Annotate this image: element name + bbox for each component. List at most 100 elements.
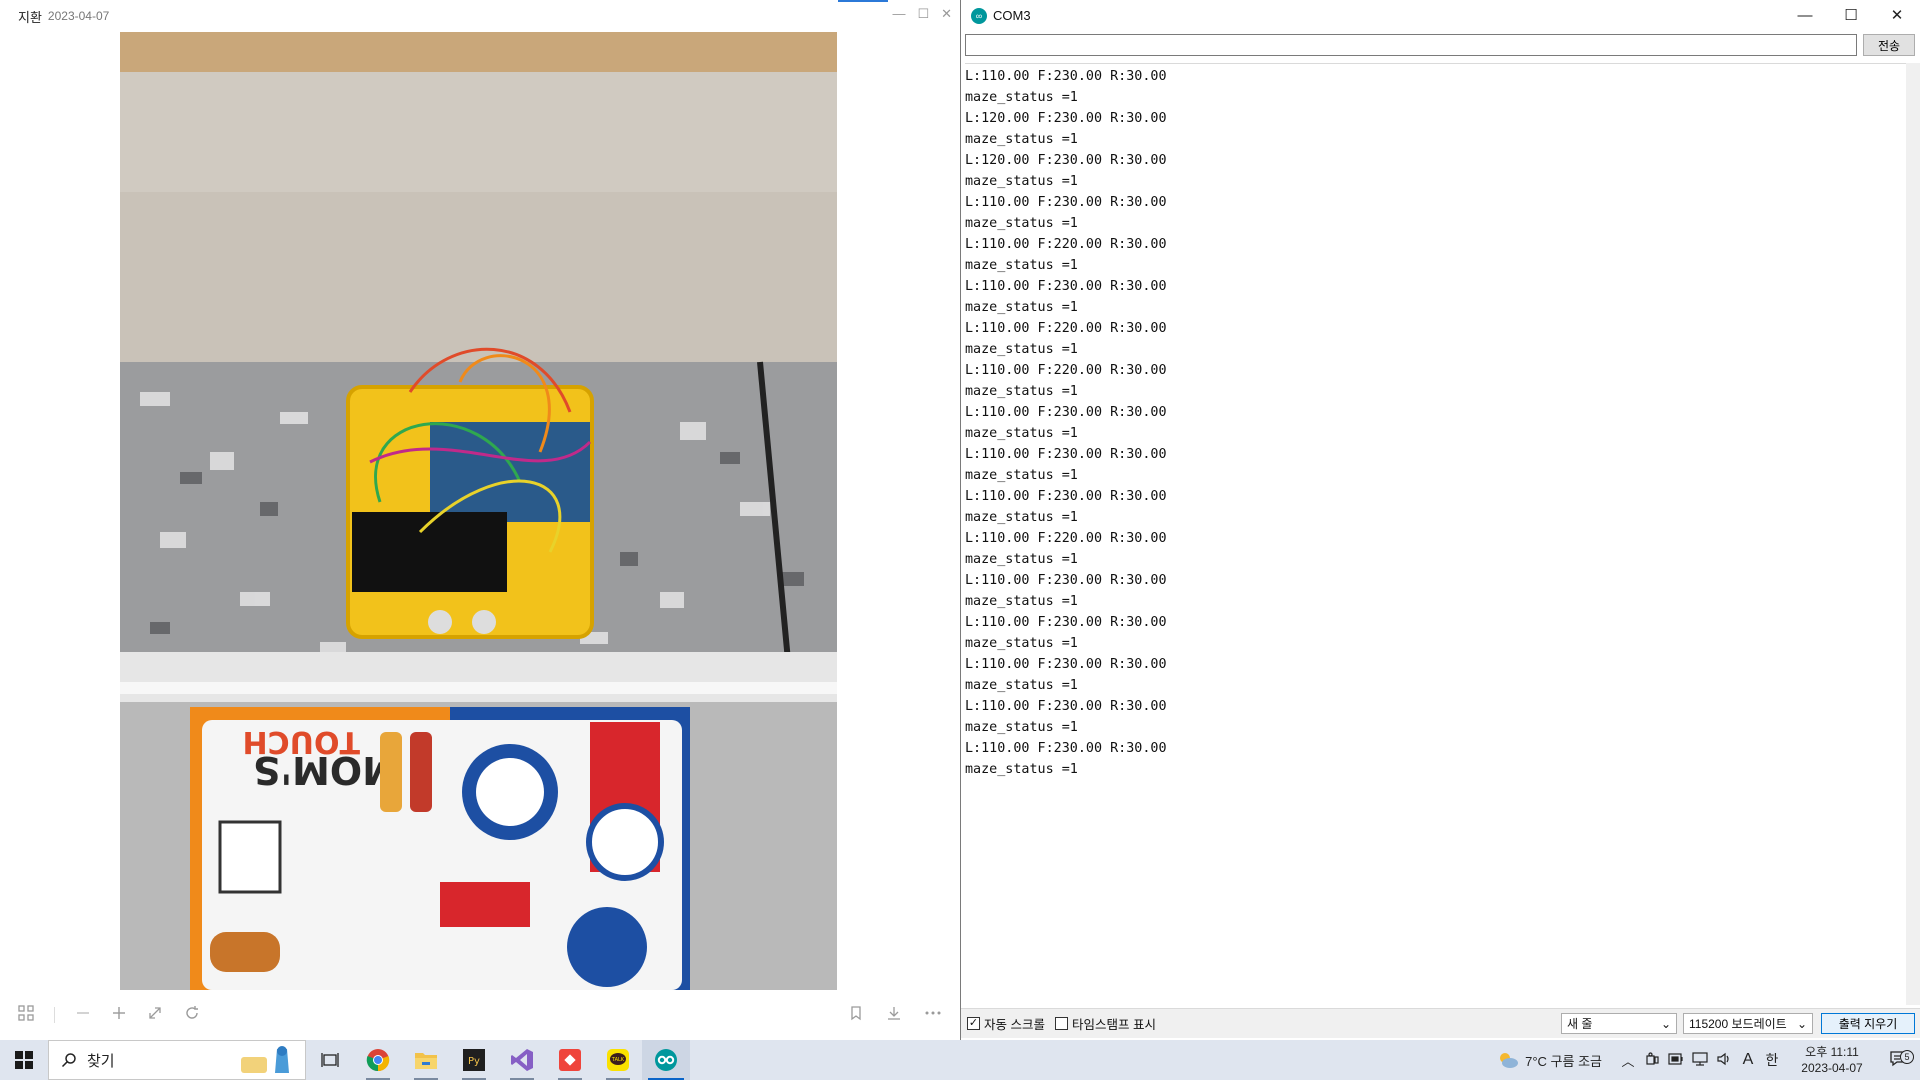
- serial-output-line: L:110.00 F:220.00 R:30.00: [965, 237, 1167, 252]
- zoom-out-icon[interactable]: [75, 1005, 91, 1026]
- serial-titlebar: ∞ COM3: [961, 0, 1920, 31]
- serial-output-line: L:110.00 F:220.00 R:30.00: [965, 363, 1167, 378]
- line-ending-select[interactable]: 새 줄 ⌄: [1561, 1013, 1677, 1034]
- visual-studio-icon: [511, 1049, 533, 1071]
- taskbar-kakaotalk[interactable]: TALK: [594, 1040, 642, 1080]
- serial-output-line: maze_status =1: [965, 510, 1078, 525]
- serial-output-line: L:110.00 F:230.00 R:30.00: [965, 405, 1167, 420]
- photo-viewer-window: 지환 2023-04-07 — ☐ ✕ MOM'S TOUCH: [0, 0, 960, 1040]
- start-button[interactable]: [0, 1040, 48, 1080]
- clock-time: 오후 11:11: [1805, 1045, 1859, 1059]
- download-icon[interactable]: [886, 1005, 902, 1026]
- task-view-button[interactable]: [306, 1040, 354, 1080]
- serial-output-line: L:110.00 F:230.00 R:30.00: [965, 447, 1167, 462]
- serial-output-line: L:110.00 F:230.00 R:30.00: [965, 573, 1167, 588]
- serial-output-line: maze_status =1: [965, 342, 1078, 357]
- kakaotalk-icon: TALK: [607, 1049, 629, 1071]
- send-button[interactable]: 전송: [1863, 34, 1915, 56]
- arduino-logo-icon: ∞: [971, 7, 987, 24]
- serial-output-line: L:110.00 F:230.00 R:30.00: [965, 699, 1167, 714]
- timestamp-checkbox[interactable]: 타임스탬프 표시: [1054, 1014, 1156, 1033]
- chevron-down-icon: ⌄: [1796, 1016, 1807, 1031]
- serial-output-line: maze_status =1: [965, 678, 1078, 693]
- grid-icon[interactable]: [18, 1004, 34, 1026]
- send-row: 전송: [965, 34, 1915, 58]
- task-view-icon: [321, 1053, 339, 1067]
- close-button[interactable]: ✕: [1874, 0, 1920, 30]
- photo-image[interactable]: MOM'S TOUCH: [120, 32, 837, 990]
- search-highlight-icon: [241, 1046, 289, 1073]
- volume-icon[interactable]: [1712, 1052, 1736, 1069]
- weather-text: 7°C 구름 조금: [1525, 1053, 1602, 1069]
- serial-output-line: maze_status =1: [965, 636, 1078, 651]
- search-icon: [61, 1053, 76, 1068]
- file-explorer-icon: [415, 1053, 437, 1069]
- serial-output-line: L:110.00 F:220.00 R:30.00: [965, 531, 1167, 546]
- notification-center-button[interactable]: 5: [1880, 1050, 1920, 1070]
- timestamp-check-icon[interactable]: [1054, 1017, 1068, 1030]
- battery-icon[interactable]: [1664, 1052, 1688, 1069]
- viewer-toolbar: [0, 994, 960, 1036]
- maximize-button[interactable]: ☐: [1828, 0, 1874, 30]
- language-indicator[interactable]: 한: [1760, 1050, 1784, 1070]
- baud-rate-select[interactable]: 115200 보드레이트 ⌄: [1683, 1013, 1813, 1034]
- taskbar-chrome[interactable]: [354, 1040, 402, 1080]
- taskbar-visual-studio[interactable]: [498, 1040, 546, 1080]
- minimize-button[interactable]: —: [1782, 0, 1828, 30]
- anydesk-icon: [559, 1049, 581, 1071]
- photo-illustration: MOM'S TOUCH: [120, 32, 837, 990]
- zoom-in-icon[interactable]: [111, 1005, 127, 1026]
- clear-output-button[interactable]: 출력 지우기: [1821, 1013, 1915, 1034]
- viewer-window-controls: — ☐ ✕: [892, 6, 952, 22]
- serial-output-line: maze_status =1: [965, 90, 1078, 105]
- rotate-icon[interactable]: [183, 1004, 201, 1027]
- bookmark-icon[interactable]: [848, 1005, 864, 1026]
- weather-widget[interactable]: 7°C 구름 조금: [1497, 1051, 1602, 1070]
- serial-output-line: L:120.00 F:230.00 R:30.00: [965, 111, 1167, 126]
- serial-output-line: maze_status =1: [965, 174, 1078, 189]
- timestamp-label: 타임스탬프 표시: [1071, 1018, 1156, 1032]
- meeting-icon[interactable]: [1640, 1051, 1664, 1069]
- ime-mode-indicator[interactable]: A: [1736, 1051, 1760, 1069]
- serial-output-line: L:110.00 F:220.00 R:30.00: [965, 321, 1167, 336]
- svg-text:Py: Py: [468, 1056, 480, 1067]
- serial-output-line: maze_status =1: [965, 132, 1078, 147]
- serial-output-line: L:110.00 F:230.00 R:30.00: [965, 279, 1167, 294]
- viewer-title: 지환: [18, 9, 42, 25]
- viewer-date: 2023-04-07: [47, 9, 110, 23]
- fit-icon[interactable]: [147, 1005, 163, 1026]
- taskbar-python-app[interactable]: Py: [450, 1040, 498, 1080]
- windows-icon: [15, 1051, 33, 1069]
- taskbar-arduino[interactable]: [642, 1040, 690, 1080]
- python-app-icon: Py: [463, 1049, 485, 1071]
- serial-output-line: L:110.00 F:230.00 R:30.00: [965, 69, 1167, 84]
- serial-output-line: L:110.00 F:230.00 R:30.00: [965, 741, 1167, 756]
- taskbar: 찾기 Py TALK 7°C 구름 조금 ︿ A 한 오후 11:11 2023…: [0, 1040, 1920, 1080]
- taskbar-anydesk[interactable]: [546, 1040, 594, 1080]
- taskbar-search[interactable]: 찾기: [48, 1040, 306, 1080]
- chrome-icon: [366, 1049, 390, 1072]
- clock-date: 2023-04-07: [1801, 1061, 1863, 1075]
- serial-output-line: L:110.00 F:230.00 R:30.00: [965, 489, 1167, 504]
- taskbar-clock[interactable]: 오후 11:11 2023-04-07: [1792, 1044, 1872, 1076]
- close-button[interactable]: ✕: [941, 6, 952, 22]
- serial-output-line: maze_status =1: [965, 468, 1078, 483]
- arduino-icon: [655, 1049, 677, 1071]
- output-scrollbar[interactable]: [1906, 63, 1920, 1005]
- serial-output-line: maze_status =1: [965, 720, 1078, 735]
- serial-output-line: maze_status =1: [965, 384, 1078, 399]
- more-icon[interactable]: [924, 1005, 942, 1026]
- serial-output[interactable]: L:110.00 F:230.00 R:30.00 maze_status =1 L…: [965, 63, 1915, 1005]
- serial-monitor-window: ∞ COM3 — ☐ ✕ 전송 L:110.00 F:230.00 R:30.0…: [960, 0, 1920, 1040]
- autoscroll-check-icon[interactable]: ✓: [967, 1017, 980, 1030]
- taskbar-file-explorer[interactable]: [402, 1040, 450, 1080]
- minimize-button[interactable]: —: [892, 6, 905, 22]
- serial-output-line: maze_status =1: [965, 216, 1078, 231]
- chevron-up-icon[interactable]: ︿: [1616, 1051, 1640, 1070]
- svg-text:TOUCH: TOUCH: [243, 724, 360, 759]
- serial-output-line: maze_status =1: [965, 762, 1078, 777]
- network-icon[interactable]: [1688, 1051, 1712, 1069]
- autoscroll-checkbox[interactable]: ✓ 자동 스크롤: [967, 1014, 1045, 1033]
- send-input[interactable]: [965, 34, 1857, 56]
- maximize-button[interactable]: ☐: [917, 6, 929, 22]
